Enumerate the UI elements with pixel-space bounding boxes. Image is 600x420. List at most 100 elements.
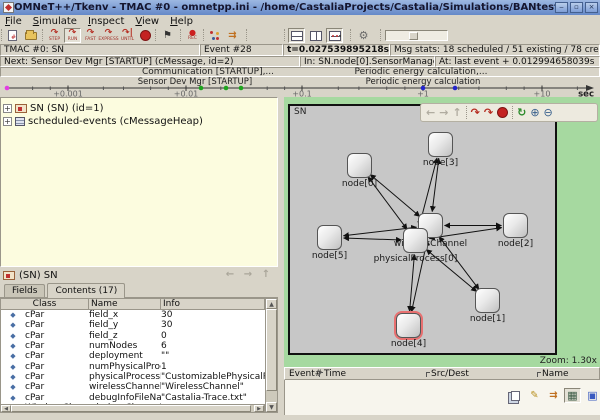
options-button[interactable]: ⇉ xyxy=(545,388,562,403)
back-icon[interactable]: ← xyxy=(426,106,435,119)
new-run-button[interactable] xyxy=(4,28,21,43)
scrollbar-thumb[interactable] xyxy=(266,309,277,391)
fast-button[interactable]: ↷FAST xyxy=(82,28,99,43)
cell-name: field_y xyxy=(89,320,161,330)
fast-run-icon[interactable]: ↷ xyxy=(484,106,493,119)
scroll-down-icon[interactable]: ▼ xyxy=(266,402,277,412)
submodule-node0[interactable] xyxy=(347,153,372,178)
scroll-right-icon[interactable]: ▶ xyxy=(254,405,264,412)
toolbar-button-label: REC xyxy=(188,37,197,42)
cell-class: cPar xyxy=(25,331,89,341)
submodule-physicalProcess0[interactable] xyxy=(403,228,428,253)
finish-button[interactable]: ⚑ xyxy=(159,28,176,43)
expand-icon[interactable]: + xyxy=(3,117,12,126)
options-button[interactable]: ⚙ xyxy=(355,28,372,43)
up-icon[interactable]: ↑ xyxy=(258,269,274,282)
table-row[interactable]: ◆cPardeployment"" xyxy=(1,351,265,361)
up-icon[interactable]: ↑ xyxy=(452,106,461,119)
step-button[interactable]: ↷STEP xyxy=(46,28,63,43)
submodule-node4[interactable] xyxy=(396,313,421,338)
object-icon: ◆ xyxy=(1,320,25,330)
menu-simulate[interactable]: Simulate xyxy=(33,16,77,27)
log-column-srcdest[interactable]: Src/Dest xyxy=(426,369,469,380)
submodule-node3[interactable] xyxy=(428,132,453,157)
column-class[interactable]: Class xyxy=(1,299,89,309)
redraw-button[interactable] xyxy=(206,28,223,43)
table-row[interactable]: ◆cParwirelessChannelName"WirelessChannel… xyxy=(1,382,265,392)
status-cell: Next: Sensor Dev Mgr [STARTUP] (cMessage… xyxy=(0,56,300,67)
log-area[interactable]: ✎ ⇉▦▣ xyxy=(284,380,600,415)
forward-icon[interactable]: → xyxy=(240,269,256,282)
slider-thumb[interactable] xyxy=(409,32,418,40)
table-row[interactable]: ◆cParphysicalProcessName"CustomizablePhy… xyxy=(1,372,265,382)
scroll-left-icon[interactable]: ◀ xyxy=(1,405,11,412)
table-row[interactable]: ◆cParfield_z0 xyxy=(1,331,265,341)
table-row[interactable]: ◆cParnumPhysicalProcesses1 xyxy=(1,361,265,371)
status-strip xyxy=(0,413,278,420)
forward-icon[interactable]: → xyxy=(439,106,448,119)
submodule-label: node[3] xyxy=(423,159,458,168)
menu-inspect[interactable]: Inspect xyxy=(88,16,124,27)
split-horizontal-button[interactable] xyxy=(288,28,305,43)
expand-icon[interactable]: + xyxy=(3,104,12,113)
menu-file[interactable]: File xyxy=(5,16,22,27)
log-column-name[interactable]: Name xyxy=(537,369,569,380)
cell-class: cPar xyxy=(25,310,89,320)
submodule-label: node[4] xyxy=(391,340,426,349)
status-cell: Msg stats: 18 scheduled / 51 existing / … xyxy=(390,44,600,56)
column-name[interactable]: Name xyxy=(89,299,161,309)
table-mode-button[interactable]: ▦ xyxy=(564,388,581,403)
zoom-in-icon[interactable]: ⊕ xyxy=(530,106,539,119)
toolbar-separator xyxy=(350,29,351,41)
menu-view[interactable]: View xyxy=(135,16,159,27)
toolbar-separator xyxy=(155,29,156,41)
split-vertical-button[interactable] xyxy=(307,28,324,43)
toggle-timeline-button[interactable] xyxy=(326,28,343,43)
compound-module-icon xyxy=(15,104,27,113)
horizontal-scrollbar[interactable]: ◀ ▶ xyxy=(0,404,265,413)
close-button[interactable]: × xyxy=(585,2,598,13)
run-icon[interactable]: ↷ xyxy=(471,106,480,119)
record-button[interactable]: ●REC xyxy=(184,28,201,43)
tree-item-scheduled-events[interactable]: + scheduled-events (cMessageHeap) xyxy=(3,115,275,128)
table-row[interactable]: ◆cParfield_y30 xyxy=(1,320,265,330)
run-button[interactable]: ↷RUN xyxy=(64,28,81,43)
simulation-timeline[interactable]: +0.001+0.01+0.1+1+10Sensor Dev Mgr [STAR… xyxy=(0,77,600,97)
filter-pen-icon: ✎ xyxy=(530,390,538,401)
log-column-event[interactable]: Event# xyxy=(289,369,322,380)
title-bar[interactable]: OMNeT++/Tkenv - TMAC #0 - omnetpp.ini - … xyxy=(0,0,600,15)
vertical-scrollbar[interactable]: ▲ ▼ xyxy=(265,298,278,413)
zoom-out-icon[interactable]: ⊖ xyxy=(544,106,553,119)
tree-item-network[interactable]: + SN (SN) (id=1) xyxy=(3,102,275,115)
stop-button[interactable] xyxy=(137,28,154,43)
network-canvas[interactable]: SN wirelessChannelphysicalProcess[0]node… xyxy=(288,104,557,355)
stop-icon[interactable] xyxy=(497,107,508,118)
express-button[interactable]: ↷EXPRESS xyxy=(100,28,117,43)
menu-help[interactable]: Help xyxy=(170,16,193,27)
minimize-button[interactable]: ‒ xyxy=(555,2,568,13)
tab-contents[interactable]: Contents (17) xyxy=(47,283,125,298)
until-button[interactable]: ↷|UNTIL xyxy=(119,28,136,43)
submodule-node2[interactable] xyxy=(503,213,528,238)
filter-button[interactable]: ✎ xyxy=(526,388,543,403)
table-row[interactable]: ◆cPardebugInfoFileName"Castalia-Trace.tx… xyxy=(1,392,265,402)
animation-speed-slider[interactable] xyxy=(385,30,448,41)
redraw-network-icon xyxy=(209,30,220,41)
submodule-node1[interactable] xyxy=(475,288,500,313)
message-mode-button[interactable]: ▣ xyxy=(584,388,600,403)
maximize-button[interactable]: ▫ xyxy=(570,2,583,13)
table-row[interactable]: ◆cParnumNodes6 xyxy=(1,341,265,351)
tab-fields[interactable]: Fields xyxy=(4,284,45,297)
submodule-node5[interactable] xyxy=(317,225,342,250)
load-ned-button[interactable] xyxy=(22,28,39,43)
column-info[interactable]: Info xyxy=(161,299,264,309)
log-column-time[interactable]: Time xyxy=(319,369,346,380)
scrollbar-thumb[interactable] xyxy=(11,405,251,412)
table-row[interactable]: ◆cParfield_x30 xyxy=(1,310,265,320)
relayout-button[interactable]: ⇉ xyxy=(224,28,241,43)
copy-button[interactable] xyxy=(507,388,524,403)
back-icon[interactable]: ← xyxy=(222,269,238,282)
redraw-icon[interactable]: ↻ xyxy=(517,106,526,119)
scroll-up-icon[interactable]: ▲ xyxy=(266,299,277,309)
status-cell: Event #28 xyxy=(200,44,283,56)
